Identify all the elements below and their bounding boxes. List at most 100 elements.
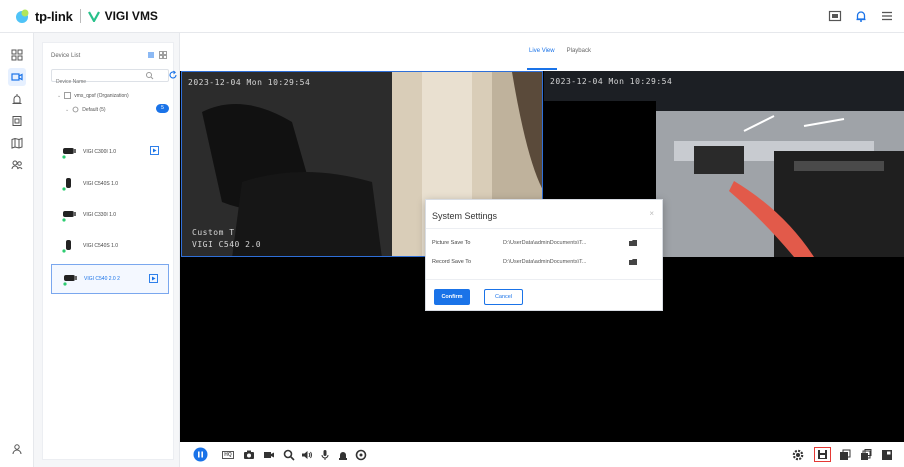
device-name: VIGI C540S 1.0: [83, 181, 119, 187]
folder-icon[interactable]: [629, 259, 637, 265]
tile-view-icon[interactable]: [159, 51, 167, 59]
search-icon[interactable]: [145, 71, 154, 80]
notification-bell-icon[interactable]: [854, 9, 868, 23]
audio-button[interactable]: [300, 447, 314, 462]
brand-divider: [79, 9, 81, 23]
multi-window-icon: [861, 448, 872, 460]
nav-storage[interactable]: [8, 112, 26, 130]
stop-circle-icon: [355, 449, 367, 460]
alarm-off-button[interactable]: [336, 447, 350, 462]
device-item[interactable]: VIGI C330I 1.0: [51, 200, 169, 230]
tab-live-view[interactable]: Live View: [527, 33, 557, 71]
storage-icon: [12, 116, 22, 126]
save-disk-icon: [818, 450, 827, 459]
system-settings-dialog: System Settings × Picture Save To D:\Use…: [425, 199, 663, 311]
video-camera-icon: [11, 73, 23, 81]
group-label: Default (5): [82, 106, 106, 113]
grid-icon: [11, 49, 23, 61]
expand-chevron-icon: ⌄: [57, 92, 62, 99]
window-layout-icon: [840, 449, 851, 460]
top-header: tp-link VIGI VMS: [0, 0, 904, 33]
device-search: [51, 69, 177, 88]
tree-group-default[interactable]: ⌄ Default (5) 5: [65, 104, 169, 113]
top-actions: [828, 9, 894, 23]
picture-save-label: Picture Save To: [432, 240, 471, 246]
device-name: VIGI C330I 1.0: [83, 212, 117, 218]
tp-link-logo-icon: [16, 9, 29, 23]
brand-logo: tp-link VIGI VMS: [14, 8, 158, 24]
camera-icon: [61, 208, 77, 222]
nav-dashboard[interactable]: [8, 46, 26, 64]
tree-organization[interactable]: ⌄ vms_qpsf (Organization): [57, 92, 129, 99]
window-mode-icon[interactable]: [828, 9, 842, 23]
pause-button[interactable]: [192, 447, 208, 462]
gear-icon: [792, 449, 804, 460]
pause-icon: [193, 447, 207, 462]
digital-zoom-button[interactable]: [282, 447, 296, 462]
organization-label: vms_qpsf (Organization): [74, 92, 129, 99]
tab-playback[interactable]: Playback: [567, 33, 591, 71]
confirm-button[interactable]: Confirm: [434, 289, 470, 305]
talk-button[interactable]: [318, 447, 332, 462]
stream-quality-button[interactable]: HQ: [220, 447, 236, 462]
users-icon: [11, 160, 23, 170]
user-icon: [12, 444, 22, 455]
zoom-icon: [283, 449, 295, 461]
fullscreen-button[interactable]: [880, 447, 894, 462]
dialog-title: System Settings: [432, 211, 498, 221]
close-all-button[interactable]: [354, 447, 368, 462]
snapshot-button[interactable]: [242, 447, 256, 462]
expand-chevron-icon: ⌄: [65, 106, 70, 113]
save-layout-button[interactable]: [814, 447, 831, 462]
dialog-divider: [426, 279, 662, 280]
device-item[interactable]: VIGI C540S 1.0: [51, 231, 169, 261]
dialog-divider: [426, 228, 662, 229]
alarm-icon: [12, 94, 22, 104]
siren-icon: [339, 451, 347, 460]
camera-icon: [61, 177, 77, 191]
nav-live-view[interactable]: [8, 68, 26, 86]
live-view-icon[interactable]: [150, 146, 159, 155]
settings-button[interactable]: [791, 447, 805, 462]
folder-icon[interactable]: [629, 240, 637, 246]
live-view-icon[interactable]: [149, 274, 158, 283]
multi-window-button[interactable]: [859, 447, 873, 462]
device-search-input[interactable]: [52, 76, 146, 88]
record-button[interactable]: [262, 447, 276, 462]
organization-icon: [64, 92, 72, 99]
window-layout-button[interactable]: [838, 447, 852, 462]
osd-label-model: VIGI C540 2.0: [192, 240, 262, 249]
refresh-icon[interactable]: [168, 70, 178, 80]
osd-timestamp: 2023-12-04 Mon 10:29:54: [188, 78, 311, 87]
tp-link-text: tp-link: [35, 8, 73, 24]
osd-timestamp: 2023-12-04 Mon 10:29:54: [550, 77, 673, 86]
close-icon[interactable]: ×: [649, 209, 654, 218]
device-list-card: Device List ⌄ vms_qpsf (Organization) ⌄ …: [42, 42, 177, 460]
speaker-icon: [302, 450, 312, 459]
camera-icon: [62, 272, 78, 286]
fullscreen-icon: [882, 449, 892, 460]
nav-account[interactable]: [8, 440, 26, 458]
device-list-title: Device List: [51, 53, 81, 59]
picture-save-path: D:\UserData\adminDocuments\T...: [503, 240, 587, 246]
group-icon: [72, 106, 79, 113]
nav-users[interactable]: [8, 156, 26, 174]
device-item[interactable]: VIGI C540S 1.0: [51, 169, 169, 199]
device-list-view-toggles: [147, 51, 167, 59]
quality-label: HQ: [222, 450, 234, 459]
device-item-selected[interactable]: VIGI C540 2.0 2: [51, 264, 169, 294]
left-nav-rail: [0, 33, 34, 467]
list-view-icon[interactable]: [147, 51, 155, 59]
device-item[interactable]: VIGI C300I 1.0: [51, 137, 169, 167]
view-tabs: Live View Playback: [180, 33, 904, 71]
device-name: VIGI C540S 1.0: [83, 243, 119, 249]
group-count-badge: 5: [156, 104, 169, 113]
nav-events[interactable]: [8, 90, 26, 108]
camera-snapshot-icon: [244, 450, 254, 459]
cancel-button[interactable]: Cancel: [484, 289, 523, 305]
device-panel: Device List ⌄ vms_qpsf (Organization) ⌄ …: [34, 33, 180, 467]
nav-map[interactable]: [8, 134, 26, 152]
camera-icon: [61, 145, 77, 159]
map-icon: [11, 137, 23, 149]
menu-icon[interactable]: [880, 9, 894, 23]
